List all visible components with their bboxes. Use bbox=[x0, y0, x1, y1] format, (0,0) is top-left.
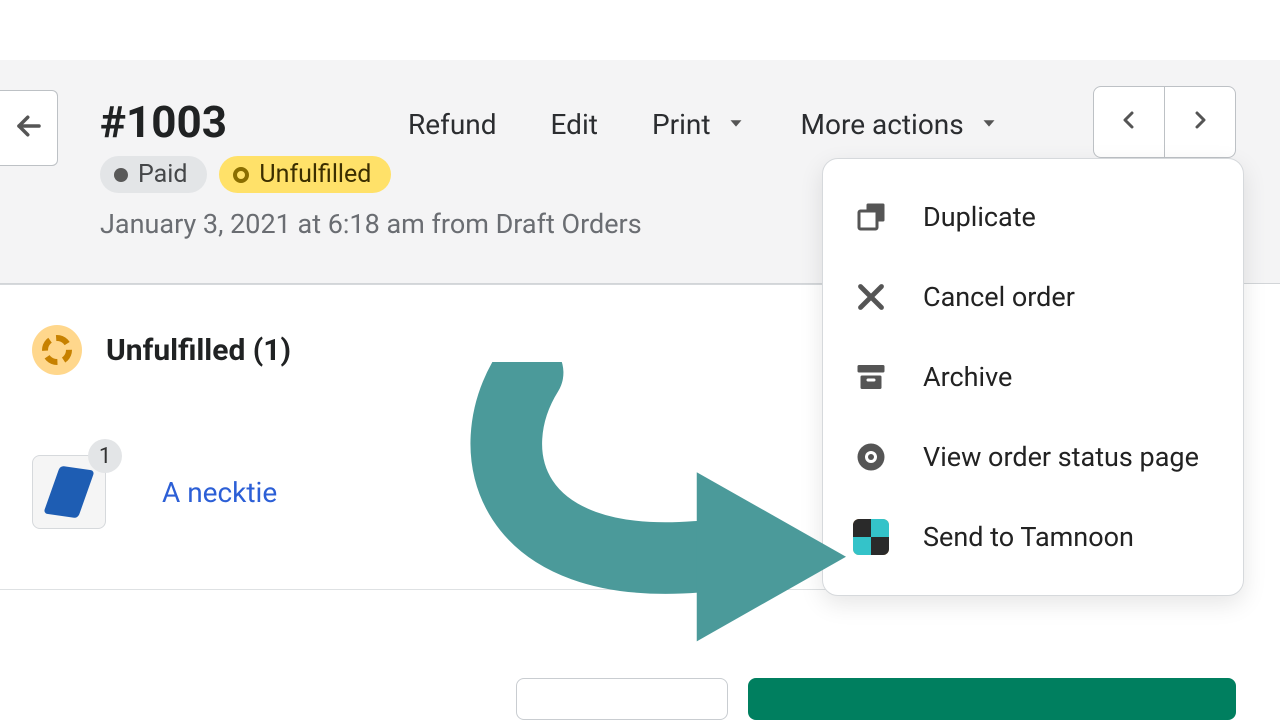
chevron-down-icon bbox=[725, 108, 747, 141]
unfulfilled-ring-icon bbox=[32, 325, 82, 375]
print-label: Print bbox=[652, 108, 711, 141]
order-id: #1003 bbox=[100, 96, 227, 148]
toolbar: Refund Edit Print More actions bbox=[408, 108, 1000, 141]
more-actions-label: More actions bbox=[801, 108, 964, 141]
print-button[interactable]: Print bbox=[652, 108, 747, 141]
order-meta: January 3, 2021 at 6:18 am from Draft Or… bbox=[100, 208, 642, 240]
tamnoon-app-icon bbox=[853, 519, 889, 555]
card-actions-row bbox=[516, 678, 1236, 720]
edit-button[interactable]: Edit bbox=[551, 108, 598, 141]
ring-icon bbox=[233, 167, 249, 183]
menu-label: Archive bbox=[923, 361, 1012, 393]
unfulfilled-badge: Unfulfilled bbox=[219, 156, 391, 193]
menu-label: Send to Tamnoon bbox=[923, 521, 1134, 553]
refund-label: Refund bbox=[408, 108, 497, 141]
menu-item-archive[interactable]: Archive bbox=[823, 337, 1243, 417]
refund-button[interactable]: Refund bbox=[408, 108, 497, 141]
status-badges: Paid Unfulfilled bbox=[100, 156, 391, 193]
prev-order-button[interactable] bbox=[1093, 86, 1165, 158]
more-actions-menu: Duplicate Cancel order Archive View orde… bbox=[822, 158, 1244, 596]
product-link[interactable]: A necktie bbox=[162, 476, 277, 509]
chevron-right-icon bbox=[1188, 108, 1212, 136]
unfulfilled-badge-label: Unfulfilled bbox=[259, 160, 371, 189]
chevron-left-icon bbox=[1117, 108, 1141, 136]
primary-button[interactable] bbox=[748, 678, 1236, 720]
chevron-down-icon bbox=[978, 108, 1000, 141]
paid-badge: Paid bbox=[100, 156, 207, 193]
menu-label: View order status page bbox=[923, 441, 1199, 473]
dot-icon bbox=[114, 168, 128, 182]
duplicate-icon bbox=[853, 199, 889, 235]
secondary-button[interactable] bbox=[516, 678, 728, 720]
quantity-badge: 1 bbox=[88, 439, 122, 473]
edit-label: Edit bbox=[551, 108, 598, 141]
eye-icon bbox=[853, 439, 889, 475]
more-actions-button[interactable]: More actions bbox=[801, 108, 1000, 141]
menu-label: Duplicate bbox=[923, 201, 1036, 233]
close-icon bbox=[853, 279, 889, 315]
archive-icon bbox=[853, 359, 889, 395]
arrow-left-icon bbox=[14, 111, 44, 145]
menu-item-send-tamnoon[interactable]: Send to Tamnoon bbox=[823, 497, 1243, 577]
card-title: Unfulfilled (1) bbox=[106, 333, 291, 368]
menu-item-cancel-order[interactable]: Cancel order bbox=[823, 257, 1243, 337]
order-pager bbox=[1093, 86, 1236, 158]
back-button[interactable] bbox=[0, 90, 58, 166]
menu-item-duplicate[interactable]: Duplicate bbox=[823, 177, 1243, 257]
menu-item-view-status[interactable]: View order status page bbox=[823, 417, 1243, 497]
menu-label: Cancel order bbox=[923, 281, 1075, 313]
next-order-button[interactable] bbox=[1164, 86, 1236, 158]
necktie-icon bbox=[43, 466, 94, 519]
paid-badge-label: Paid bbox=[138, 160, 187, 189]
